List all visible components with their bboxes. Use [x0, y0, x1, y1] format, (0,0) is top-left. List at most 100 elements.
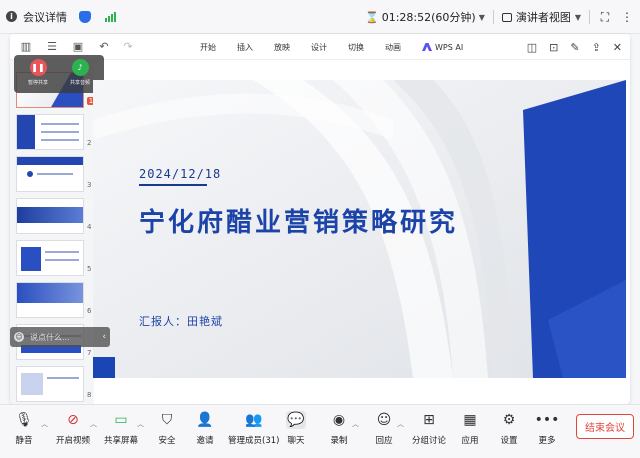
pause-icon: ❚❚	[29, 59, 47, 76]
emoji-icon[interactable]: ☺	[14, 332, 24, 342]
members-icon: 👥	[245, 412, 263, 428]
shield-icon[interactable]	[79, 10, 91, 23]
slide-reporter: 汇报人：田艳斌	[139, 315, 223, 328]
more-label: 更多	[538, 436, 556, 446]
wps-ai-button[interactable]: WPS AI	[422, 43, 463, 52]
meeting-info-label: 会议详情	[23, 10, 67, 24]
chevron-up-icon[interactable]: ︿	[397, 419, 404, 429]
chevron-up-icon[interactable]: ︿	[90, 419, 97, 429]
pause-share-button[interactable]: ❚❚ 暂停共享	[20, 59, 56, 89]
close-icon[interactable]: ✕	[613, 41, 622, 54]
mute-label: 静音	[15, 436, 33, 446]
signal-icon[interactable]	[105, 11, 116, 22]
thumbnail-slide[interactable]	[16, 156, 84, 192]
chat-placeholder: 说点什么...	[30, 332, 70, 342]
thumbnail-slide[interactable]	[16, 282, 84, 318]
chevron-down-icon[interactable]: ▼	[479, 13, 485, 22]
mute-button[interactable]: 🎙 静音	[14, 411, 34, 446]
comment-icon[interactable]: ⊡	[549, 41, 558, 54]
menu-item-start[interactable]: 开始	[200, 42, 216, 53]
layout-icon[interactable]: ◫	[527, 41, 537, 54]
thumbnail-number: 8	[87, 391, 92, 399]
react-label: 回应	[375, 436, 393, 446]
apps-button[interactable]: ▦ 应用	[460, 411, 480, 446]
chevron-up-icon[interactable]: ︿	[137, 419, 144, 429]
security-label: 安全	[158, 436, 176, 446]
chat-quick-input[interactable]: ☺ 说点什么... ‹	[10, 327, 110, 347]
invite-button[interactable]: 👤 邀请	[195, 411, 215, 446]
menu-item-transition[interactable]: 切换	[348, 42, 364, 53]
share-audio-label: 共享音频	[69, 80, 90, 86]
apps-label: 应用	[461, 436, 479, 446]
slide-date: 2024/12/18	[139, 167, 222, 181]
record-icon: ◉	[332, 412, 346, 428]
undo-icon[interactable]: ↶	[96, 39, 112, 55]
apps-icon: ▦	[463, 412, 477, 428]
gear-icon: ⚙	[502, 412, 516, 428]
view-mode-dropdown[interactable]: 演讲者视图 ▼	[501, 9, 581, 25]
manage-members-button[interactable]: 👥 管理成员(31)	[228, 411, 279, 446]
top-bar: i 会议详情 ⌛ 01:28:52(60分钟) ▼ 演讲者视图 ▼ ⛶ ⋮	[0, 0, 640, 34]
slide-thumbnails: 1 2 3 4 5 6 7 8	[10, 60, 95, 404]
end-meeting-button[interactable]: 结束会议	[576, 414, 634, 439]
shield-icon: ⛉	[161, 412, 173, 428]
share-screen-button[interactable]: ▭ 共享屏幕	[104, 411, 138, 446]
sidebar-toggle-icon[interactable]: ▥	[18, 39, 34, 55]
collapse-icon[interactable]: ‹	[102, 332, 106, 342]
thumbnail-slide[interactable]	[16, 198, 84, 234]
menu-item-animation[interactable]: 动画	[385, 42, 401, 53]
share-screen-label: 共享屏幕	[104, 436, 139, 446]
chevron-up-icon[interactable]: ︿	[352, 419, 359, 429]
save-icon[interactable]: ▣	[70, 39, 86, 55]
more-icon: •••	[534, 412, 560, 428]
settings-button[interactable]: ⚙ 设置	[499, 411, 519, 446]
menu-item-design[interactable]: 设计	[311, 42, 327, 53]
timer: ⌛ 01:28:52(60分钟) ▼	[365, 9, 485, 25]
thumbnail-slide[interactable]	[16, 114, 84, 150]
invite-icon: 👤	[196, 412, 214, 428]
divider	[492, 10, 494, 24]
slide-accent-block	[93, 357, 115, 378]
chat-label: 聊天	[287, 436, 305, 446]
current-slide: 2024/12/18 宁化府醋业营销策略研究 汇报人：田艳斌	[93, 80, 626, 378]
breakout-label: 分组讨论	[412, 436, 447, 446]
meeting-controls: 🎙 静音 ︿ ⊘ 开启视频 ︿ ▭ 共享屏幕 ︿ ⛉ 安全 👤 邀请 👥 管理成…	[0, 404, 640, 458]
wps-ai-icon	[422, 43, 432, 51]
video-off-icon: ⊘	[67, 412, 79, 428]
menu-icon[interactable]: ☰	[44, 39, 60, 55]
thumbnail-slide[interactable]	[16, 240, 84, 276]
timer-text: 01:28:52(60分钟)	[381, 11, 476, 24]
menu-item-slideshow[interactable]: 放映	[274, 42, 290, 53]
divider	[589, 10, 590, 24]
security-button[interactable]: ⛉ 安全	[157, 411, 177, 446]
chevron-up-icon[interactable]: ︿	[41, 419, 48, 429]
thumbnail-slide[interactable]	[16, 366, 84, 402]
start-video-button[interactable]: ⊘ 开启视频	[56, 411, 90, 446]
react-button[interactable]: ☺ 回应	[374, 411, 394, 446]
manage-members-label: 管理成员(31)	[228, 436, 280, 446]
chat-icon: 💬	[286, 411, 306, 429]
menu-item-insert[interactable]: 插入	[237, 42, 253, 53]
chat-button[interactable]: 💬 聊天	[286, 411, 306, 446]
invite-label: 邀请	[196, 436, 214, 446]
pen-icon[interactable]: ✎	[570, 41, 579, 54]
presenter-view-icon	[501, 12, 512, 22]
fullscreen-icon[interactable]: ⛶	[598, 10, 612, 24]
wps-ai-label: WPS AI	[435, 42, 464, 52]
more-options-icon[interactable]: ⋮	[620, 10, 634, 24]
share-icon[interactable]: ⇪	[592, 41, 601, 54]
view-mode-label: 演讲者视图	[515, 11, 571, 24]
wps-right-tools: ◫ ⊡ ✎ ⇪ ✕	[527, 34, 622, 60]
info-icon: i	[6, 11, 17, 22]
record-button[interactable]: ◉ 录制	[329, 411, 349, 446]
redo-icon[interactable]: ↷	[120, 39, 136, 55]
more-button[interactable]: ••• 更多	[534, 411, 560, 446]
microphone-icon: 🎙	[15, 412, 33, 428]
slide-title: 宁化府醋业营销策略研究	[139, 208, 459, 238]
settings-label: 设置	[500, 436, 518, 446]
meeting-info[interactable]: i 会议详情	[0, 9, 116, 25]
wps-menu: 开始 插入 放映 设计 切换 动画 WPS AI	[200, 34, 463, 60]
record-label: 录制	[330, 436, 348, 446]
breakout-button[interactable]: ⊞ 分组讨论	[412, 411, 446, 446]
share-control-widget: ❚❚ 暂停共享 ♪ 共享音频	[14, 55, 104, 93]
